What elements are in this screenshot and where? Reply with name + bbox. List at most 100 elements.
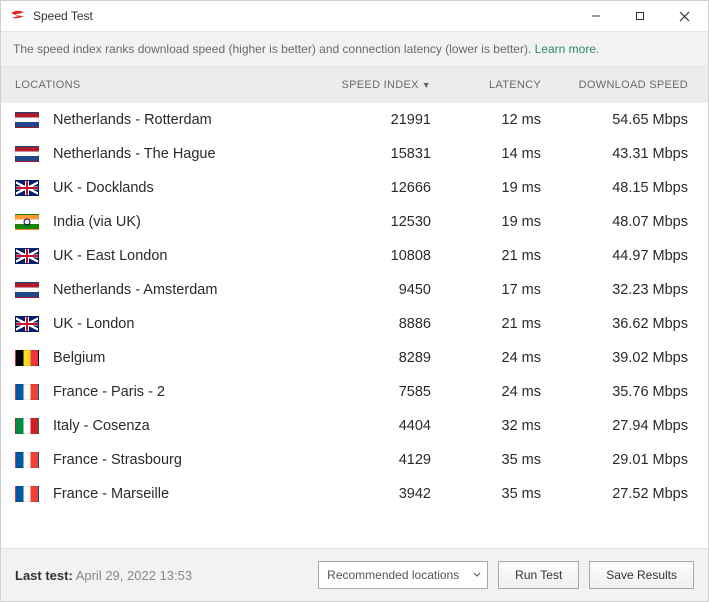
speed-index-value: 8886: [321, 316, 431, 332]
header-speed-index[interactable]: SPEED INDEX ▼: [321, 79, 431, 91]
speed-index-value: 9450: [321, 282, 431, 298]
info-bar: The speed index ranks download speed (hi…: [1, 31, 708, 67]
download-value: 36.62 Mbps: [541, 316, 696, 332]
table-row[interactable]: India (via UK)1253019 ms48.07 Mbps: [1, 205, 708, 239]
speed-index-value: 12666: [321, 180, 431, 196]
download-value: 54.65 Mbps: [541, 112, 696, 128]
location-name: Netherlands - Rotterdam: [53, 112, 321, 128]
speed-index-value: 4129: [321, 452, 431, 468]
latency-value: 24 ms: [431, 384, 541, 400]
location-name: France - Paris - 2: [53, 384, 321, 400]
info-text: The speed index ranks download speed (hi…: [13, 42, 535, 56]
window-title: Speed Test: [33, 9, 574, 23]
speed-index-value: 3942: [321, 486, 431, 502]
sort-desc-icon: ▼: [422, 80, 431, 90]
window-controls: [574, 2, 706, 30]
last-test-value: April 29, 2022 13:53: [76, 568, 192, 583]
header-locations[interactable]: LOCATIONS: [15, 79, 321, 91]
speed-index-value: 4404: [321, 418, 431, 434]
flag-icon: [15, 146, 39, 162]
download-value: 44.97 Mbps: [541, 248, 696, 264]
latency-value: 35 ms: [431, 452, 541, 468]
minimize-button[interactable]: [574, 2, 618, 30]
table-row[interactable]: Belgium828924 ms39.02 Mbps: [1, 341, 708, 375]
download-value: 43.31 Mbps: [541, 146, 696, 162]
flag-icon: [15, 452, 39, 468]
flag-icon: [15, 214, 39, 230]
header-download[interactable]: DOWNLOAD SPEED: [541, 79, 696, 91]
chevron-down-icon: [473, 568, 481, 582]
table-row[interactable]: Italy - Cosenza440432 ms27.94 Mbps: [1, 409, 708, 443]
table-row[interactable]: Netherlands - Amsterdam945017 ms32.23 Mb…: [1, 273, 708, 307]
table-header: LOCATIONS SPEED INDEX ▼ LATENCY DOWNLOAD…: [1, 67, 708, 103]
flag-icon: [15, 248, 39, 264]
speed-index-value: 12530: [321, 214, 431, 230]
locations-select[interactable]: Recommended locations: [318, 561, 488, 589]
header-latency[interactable]: LATENCY: [431, 79, 541, 91]
download-value: 27.94 Mbps: [541, 418, 696, 434]
location-name: Netherlands - The Hague: [53, 146, 321, 162]
download-value: 39.02 Mbps: [541, 350, 696, 366]
last-test-label: Last test:: [15, 568, 73, 583]
latency-value: 21 ms: [431, 248, 541, 264]
location-name: France - Strasbourg: [53, 452, 321, 468]
latency-value: 24 ms: [431, 350, 541, 366]
table-row[interactable]: UK - Docklands1266619 ms48.15 Mbps: [1, 171, 708, 205]
download-value: 48.15 Mbps: [541, 180, 696, 196]
download-value: 35.76 Mbps: [541, 384, 696, 400]
latency-value: 14 ms: [431, 146, 541, 162]
results-list[interactable]: Netherlands - Rotterdam2199112 ms54.65 M…: [1, 103, 708, 548]
location-name: Belgium: [53, 350, 321, 366]
save-results-button[interactable]: Save Results: [589, 561, 694, 589]
download-value: 27.52 Mbps: [541, 486, 696, 502]
last-test: Last test: April 29, 2022 13:53: [15, 568, 192, 583]
run-test-button[interactable]: Run Test: [498, 561, 579, 589]
table-row[interactable]: France - Paris - 2758524 ms35.76 Mbps: [1, 375, 708, 409]
flag-icon: [15, 350, 39, 366]
close-button[interactable]: [662, 2, 706, 30]
table-row[interactable]: Netherlands - The Hague1583114 ms43.31 M…: [1, 137, 708, 171]
download-value: 48.07 Mbps: [541, 214, 696, 230]
location-name: India (via UK): [53, 214, 321, 230]
app-icon: [9, 7, 27, 25]
flag-icon: [15, 316, 39, 332]
speed-index-value: 10808: [321, 248, 431, 264]
flag-icon: [15, 418, 39, 434]
download-value: 32.23 Mbps: [541, 282, 696, 298]
location-name: France - Marseille: [53, 486, 321, 502]
latency-value: 19 ms: [431, 214, 541, 230]
flag-icon: [15, 282, 39, 298]
location-name: UK - Docklands: [53, 180, 321, 196]
select-value: Recommended locations: [327, 568, 459, 582]
titlebar: Speed Test: [1, 1, 708, 31]
table-row[interactable]: UK - London888621 ms36.62 Mbps: [1, 307, 708, 341]
flag-icon: [15, 180, 39, 196]
location-name: UK - East London: [53, 248, 321, 264]
latency-value: 19 ms: [431, 180, 541, 196]
location-name: UK - London: [53, 316, 321, 332]
flag-icon: [15, 112, 39, 128]
table-row[interactable]: France - Marseille394235 ms27.52 Mbps: [1, 477, 708, 511]
footer: Last test: April 29, 2022 13:53 Recommen…: [1, 548, 708, 601]
latency-value: 21 ms: [431, 316, 541, 332]
latency-value: 35 ms: [431, 486, 541, 502]
header-speed-index-label: SPEED INDEX: [342, 79, 419, 91]
table-row[interactable]: France - Strasbourg412935 ms29.01 Mbps: [1, 443, 708, 477]
speed-index-value: 15831: [321, 146, 431, 162]
flag-icon: [15, 384, 39, 400]
flag-icon: [15, 486, 39, 502]
table-row[interactable]: Netherlands - Rotterdam2199112 ms54.65 M…: [1, 103, 708, 137]
download-value: 29.01 Mbps: [541, 452, 696, 468]
speed-index-value: 21991: [321, 112, 431, 128]
table-row[interactable]: UK - East London1080821 ms44.97 Mbps: [1, 239, 708, 273]
latency-value: 17 ms: [431, 282, 541, 298]
location-name: Italy - Cosenza: [53, 418, 321, 434]
maximize-button[interactable]: [618, 2, 662, 30]
latency-value: 12 ms: [431, 112, 541, 128]
location-name: Netherlands - Amsterdam: [53, 282, 321, 298]
window: Speed Test The speed index ranks downloa…: [0, 0, 709, 602]
learn-more-link[interactable]: Learn more.: [535, 42, 600, 56]
speed-index-value: 7585: [321, 384, 431, 400]
speed-index-value: 8289: [321, 350, 431, 366]
latency-value: 32 ms: [431, 418, 541, 434]
